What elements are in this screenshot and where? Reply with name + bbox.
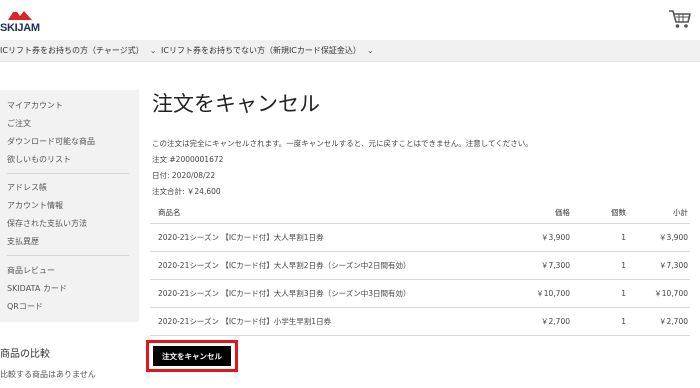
site-logo[interactable]: SKIJAM [0,6,48,36]
nav-item-ic-new[interactable]: ICリフト券をお持ちでない方（新規ICカード保証金込） ⌄ [161,40,374,62]
cancel-notice: この注文は完全にキャンセルされます。一度キャンセルすると、元に戻すことはできませ… [152,139,533,148]
header-name: 商品名 [158,207,181,217]
item-name: 2020-21シーズン 【ICカード付】大人早割2日券（シーズン中2日間有効） [158,261,411,270]
order-number: 注文 #2000001672 [152,155,224,164]
page-title: 注文をキャンセル [152,92,320,116]
header-qty: 個数 [611,207,626,217]
item-price: ￥10,700 [536,289,570,298]
sidebar-item-account-info[interactable]: アカウント情報 [7,200,63,211]
sidebar-item-reviews[interactable]: 商品レビュー [7,265,55,276]
chevron-down-icon: ⌄ [149,46,157,55]
item-subtotal: ￥10,700 [654,289,688,298]
item-name: 2020-21シーズン 【ICカード付】大人早割1日券 [158,233,324,242]
item-price: ￥3,900 [541,233,570,242]
table-row: 2020-21シーズン 【ICカード付】大人早割2日券（シーズン中2日間有効） … [150,252,690,280]
item-qty: 1 [621,289,626,298]
compare-empty-text: 比較する商品はありません [0,370,96,379]
nav-item-label: ICリフト券をお持ちの方（チャージ式） [0,46,144,55]
order-total: 注文合計: ￥24,600 [152,187,221,196]
sidebar-item-my-account[interactable]: マイアカウント [7,100,63,111]
nav-item-label: ICリフト券をお持ちでない方（新規ICカード保証金込） [161,46,361,55]
mountain-logo-icon [8,9,32,20]
item-name: 2020-21シーズン 【ICカード付】小学生早割1日券 [158,317,332,326]
item-price: ￥7,300 [541,261,570,270]
sidebar-item-downloads[interactable]: ダウンロード可能な商品 [7,136,95,147]
sidebar-item-qr-code[interactable]: QRコード [7,301,43,312]
sidebar-item-skidata-card[interactable]: SKIDATA カード [7,283,67,294]
item-subtotal: ￥3,900 [659,233,688,242]
item-qty: 1 [621,233,626,242]
table-row: 2020-21シーズン 【ICカード付】小学生早割1日券 ￥2,700 1 ￥2… [150,308,690,336]
sidebar-divider [7,255,129,256]
item-qty: 1 [621,261,626,270]
item-name: 2020-21シーズン 【ICカード付】大人早割3日券（シーズン中3日間有効） [158,289,411,298]
header-subtotal: 小計 [673,207,688,217]
sidebar-item-address-book[interactable]: アドレス帳 [7,182,47,193]
logo-text: SKIJAM [0,22,40,34]
sidebar-item-payment-history[interactable]: 支払異歴 [7,236,39,247]
compare-title: 商品の比較 [0,349,50,360]
header-price: 価格 [555,207,570,217]
sidebar-item-payment-methods[interactable]: 保存された支払い方法 [7,218,87,229]
cancel-order-button[interactable]: 注文をキャンセル [153,346,231,366]
table-row: 2020-21シーズン 【ICカード付】大人早割3日券（シーズン中3日間有効） … [150,280,690,308]
item-qty: 1 [621,317,626,326]
table-row: 2020-21シーズン 【ICカード付】大人早割1日券 ￥3,900 1 ￥3,… [150,224,690,252]
table-header: 商品名 価格 個数 小計 [150,201,690,224]
site-header: SKIJAM [0,0,700,40]
nav-item-ic-charge[interactable]: ICリフト券をお持ちの方（チャージ式） ⌄ [0,40,156,62]
category-nav: ICリフト券をお持ちの方（チャージ式） ⌄ ICリフト券をお持ちでない方（新規IC… [0,40,700,62]
item-subtotal: ￥7,300 [659,261,688,270]
chevron-down-icon: ⌄ [366,46,374,55]
sidebar-item-orders[interactable]: ご注文 [7,118,31,129]
order-date: 日付: 2020/08/22 [152,171,216,180]
sidebar-item-wishlist[interactable]: 欲しいものリスト [7,154,71,165]
sidebar-divider [7,173,129,174]
item-price: ￥2,700 [541,317,570,326]
account-sidebar: マイアカウント ご注文 ダウンロード可能な商品 欲しいものリスト アドレス帳 ア… [0,90,139,322]
item-subtotal: ￥2,700 [659,317,688,326]
cart-icon[interactable] [668,8,692,30]
